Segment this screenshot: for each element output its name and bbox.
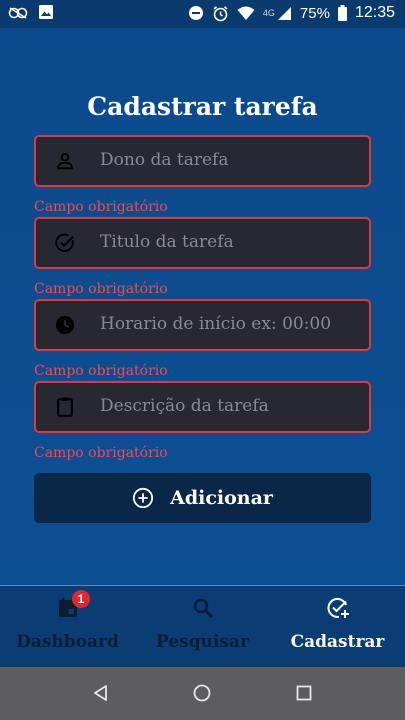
person-icon [57,153,73,170]
system-navigation-bar [0,667,405,720]
nav-label-search: Pesquisar [156,632,249,652]
notification-badge: 1 [72,590,90,608]
check-circle-icon [55,233,74,252]
recents-icon[interactable] [296,685,312,701]
nav-item-register[interactable]: Cadastrar [270,586,405,668]
start-time-error: Campo obrigatório [34,363,168,379]
add-task-icon [327,597,349,618]
alarm-icon [213,5,228,21]
start-time-placeholder: Horario de início ex: 00:00 [100,314,332,334]
image-notification-icon [39,5,53,19]
task-title-input[interactable]: Titulo da tarefa [34,217,371,269]
nav-item-search[interactable]: Pesquisar [135,586,270,668]
do-not-disturb-icon [188,6,203,20]
clock-icon [55,315,75,335]
wifi-icon [237,6,255,20]
nav-item-dashboard[interactable]: 1 Dashboard [0,586,135,668]
task-owner-input[interactable]: Dono da tarefa [34,135,371,187]
nav-label-register: Cadastrar [290,632,385,652]
task-title-error: Campo obrigatório [34,281,168,297]
task-owner-placeholder: Dono da tarefa [100,150,229,170]
clipboard-icon [57,397,73,417]
add-circle-icon [132,487,154,509]
signal-icon [277,6,291,20]
status-bar: 4G 75% 12:35 [0,0,405,28]
add-button[interactable]: Adicionar [34,473,371,523]
task-description-error: Campo obrigatório [34,445,168,461]
app-notification-icon [8,7,28,19]
task-description-input[interactable]: Descrição da tarefa [34,381,371,433]
task-title-placeholder: Titulo da tarefa [100,232,234,252]
back-icon[interactable] [92,684,110,702]
home-icon[interactable] [193,684,211,702]
nav-label-dashboard: Dashboard [16,632,119,652]
search-icon [193,598,213,619]
battery-icon [337,5,347,21]
status-clock: 12:35 [354,4,395,21]
battery-percent: 75% [299,4,330,22]
main-content: Cadastrar tarefa Dono da tarefa Campo ob… [0,28,405,585]
page-title: Cadastrar tarefa [87,92,318,121]
add-button-label: Adicionar [170,487,273,509]
task-owner-error: Campo obrigatório [34,199,168,215]
task-description-placeholder: Descrição da tarefa [100,396,269,416]
bottom-navigation: 1 Dashboard Pesquisar Cadastrar [0,585,405,668]
start-time-input[interactable]: Horario de início ex: 00:00 [34,299,371,351]
network-type: 4G [262,8,275,18]
